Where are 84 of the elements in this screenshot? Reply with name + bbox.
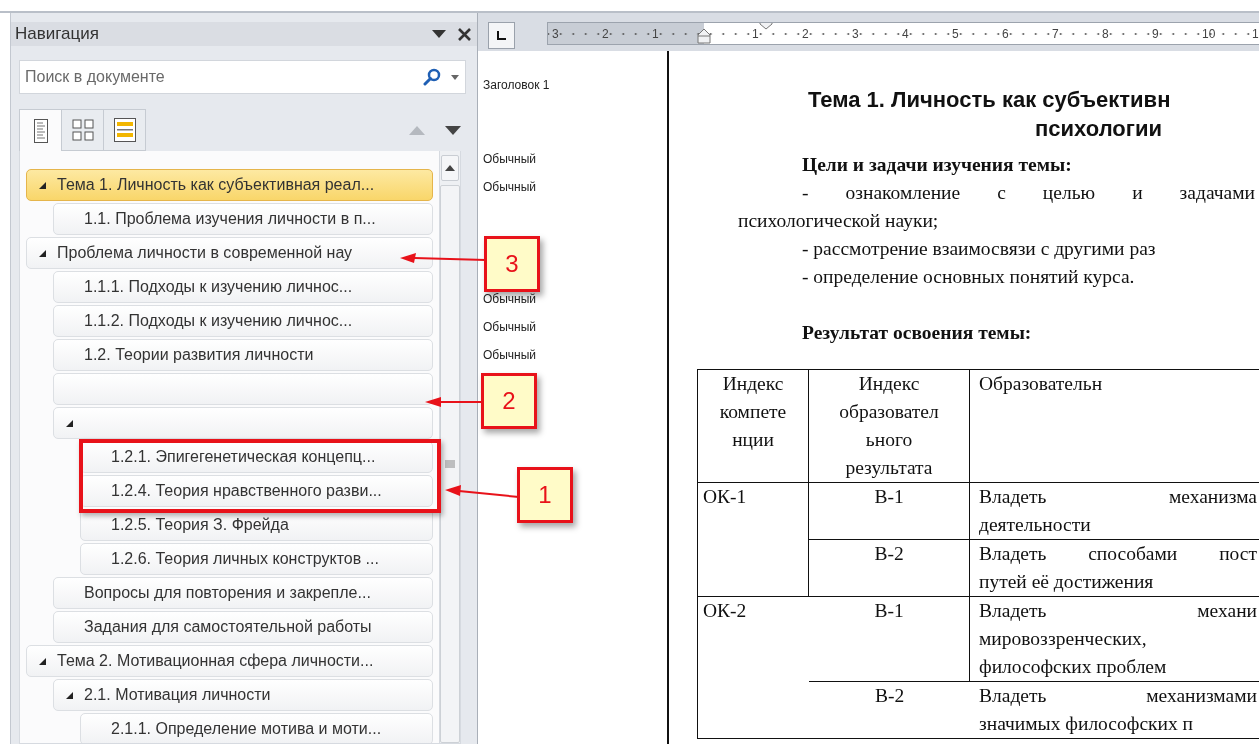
search-icon[interactable] xyxy=(423,68,441,86)
heading-item[interactable]: 1.1.1. Подходы к изучению личнос... xyxy=(53,271,433,303)
ruler-number: 5 xyxy=(951,26,960,41)
table-cell: В-1 xyxy=(809,483,970,540)
table-cell-text: философских проблем xyxy=(979,655,1168,679)
ruler-number: 3 xyxy=(551,26,560,41)
expanded-triangle-icon[interactable] xyxy=(65,418,74,428)
caret-icon[interactable] xyxy=(451,74,459,80)
table-cell: ОК-1 xyxy=(698,483,809,597)
heading-item[interactable]: 2.1. Мотивация личности xyxy=(53,679,433,711)
list-icon xyxy=(113,118,136,142)
column-header: Индекс компете нции xyxy=(698,370,809,483)
callout-label: 3 xyxy=(484,236,540,292)
search-field[interactable]: Поиск в документе xyxy=(19,60,466,94)
heading-item[interactable]: Тема 2. Мотивационная сфера личности... xyxy=(26,645,433,677)
ruler-number: 1 xyxy=(751,26,760,41)
heading-item[interactable]: Вопросы для повторения и закрепле... xyxy=(53,577,433,609)
table-cell: В-1 xyxy=(809,597,970,682)
hanging-indent-marker[interactable] xyxy=(697,28,711,44)
document-text: психологической науки; xyxy=(737,209,940,233)
ruler-number: 10 xyxy=(1201,26,1217,41)
document-heading: психологии xyxy=(1034,115,1163,143)
ruler-number: 8 xyxy=(1101,26,1110,41)
table-cell-text: Владеть механизмами xyxy=(979,684,1257,708)
ruler-number: 7 xyxy=(1051,26,1060,41)
ruler-number: 9 xyxy=(1151,26,1160,41)
table-cell-text: мировоззренческих, xyxy=(979,627,1148,651)
heading-item[interactable]: Проблема личности в современной нау xyxy=(26,237,433,269)
grid-icon xyxy=(71,119,94,141)
view-tab[interactable] xyxy=(103,109,146,151)
callout-label: 1 xyxy=(517,467,573,523)
table-cell-text: значимых философских п xyxy=(979,712,1195,736)
table-cell: В-2 xyxy=(809,682,970,739)
callout-label: 2 xyxy=(481,373,537,429)
table-cell-text: Владеть механи xyxy=(979,599,1257,623)
document-icon xyxy=(33,118,48,143)
style-label: Обычный xyxy=(483,151,538,167)
pane-title: Навигация xyxy=(15,24,100,44)
document-text: - ознакомление с целью и задачами xyxy=(801,181,1256,205)
tab-stop-icon xyxy=(497,31,506,40)
table-cell-text: путей её достижения xyxy=(979,570,1155,594)
ruler-number: 1 xyxy=(1251,26,1259,41)
arrow xyxy=(425,396,483,408)
expanded-triangle-icon[interactable] xyxy=(65,690,74,700)
ruler[interactable]: 3 2 1 1 2 3 4 5 6 7 8 9 10 1 xyxy=(547,22,1259,45)
document-heading: Тема 1. Личность как субъективн xyxy=(807,86,1172,114)
heading-item[interactable]: 2.1.1. Определение мотива и моти... xyxy=(80,713,433,743)
section-heading: Результат освоения темы: xyxy=(801,321,1033,345)
table-cell-text: Владеть способами пост xyxy=(979,542,1257,566)
heading-item[interactable]: 1.1. Проблема изучения личности в п... xyxy=(53,203,433,235)
style-label: Обычный xyxy=(483,179,538,195)
expanded-triangle-icon[interactable] xyxy=(38,656,47,666)
heading-item[interactable]: 1.1.2. Подходы к изучению личнос... xyxy=(53,305,433,337)
heading-item[interactable]: 1.2.6. Теория личных конструктов ... xyxy=(80,543,433,575)
expanded-triangle-icon[interactable] xyxy=(38,180,47,190)
table-cell-text: Владеть механизма xyxy=(979,485,1257,509)
style-label: Обычный xyxy=(483,291,538,307)
heading-item[interactable]: Задания для самостоятельной работы xyxy=(53,611,433,643)
close-icon[interactable] xyxy=(458,27,471,41)
scroll-up-icon[interactable] xyxy=(441,155,459,181)
tab-stop-button[interactable] xyxy=(488,22,515,49)
view-tab[interactable] xyxy=(19,109,62,151)
ruler-number: 2 xyxy=(601,26,610,41)
expanded-triangle-icon[interactable] xyxy=(38,248,47,258)
section-heading: Цели и задачи изучения темы: xyxy=(801,153,1073,177)
heading-item[interactable]: Тема 1. Личность как субъективная реал... xyxy=(26,169,433,201)
ruler-number: 1 xyxy=(651,26,660,41)
first-line-indent-marker[interactable] xyxy=(759,23,773,30)
ruler-number: 3 xyxy=(851,26,860,41)
ruler-number: 2 xyxy=(801,26,810,41)
table-cell-text: деятельности xyxy=(979,513,1092,537)
document-text: - рассмотрение взаимосвязи с другими раз xyxy=(801,237,1157,261)
ruler-number: 6 xyxy=(1001,26,1010,41)
table-cell: В-2 xyxy=(809,540,970,597)
heading-item[interactable]: 1.2. Теории развития личности xyxy=(53,339,433,371)
style-label: Обычный xyxy=(483,347,538,363)
style-label: Обычный xyxy=(483,319,538,335)
document-text: - определение основных понятий курса. xyxy=(801,265,1136,289)
table-cell: ОК-2 xyxy=(698,597,809,739)
column-header: Индекс образовател ьного результата xyxy=(809,370,970,483)
dropdown-caret-icon[interactable] xyxy=(432,30,446,38)
column-header: Образовательн xyxy=(979,372,1104,396)
style-label: Заголовок 1 xyxy=(483,77,551,93)
ruler-number: 4 xyxy=(901,26,910,41)
